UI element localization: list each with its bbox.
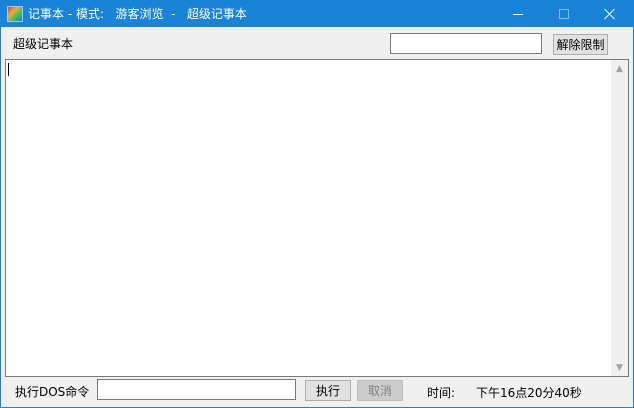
- time-label: 时间:: [427, 386, 456, 400]
- close-icon: [604, 8, 616, 20]
- app-window: 记事本 - 模式: 游客浏览 - 超级记事本 超级记事本 解除限制 ▲ ▼ 执行…: [0, 0, 634, 408]
- dos-command-label: 执行DOS命令: [15, 385, 90, 399]
- time-value: 下午16点20分40秒: [476, 386, 582, 400]
- editor-content[interactable]: [10, 62, 606, 362]
- minimize-button[interactable]: [495, 1, 541, 27]
- title-bar[interactable]: 记事本 - 模式: 游客浏览 - 超级记事本: [1, 1, 633, 27]
- maximize-icon: [559, 9, 569, 19]
- close-button[interactable]: [587, 1, 633, 27]
- window-title: 记事本 - 模式: 游客浏览 - 超级记事本: [28, 7, 247, 21]
- execute-button[interactable]: 执行: [305, 380, 351, 401]
- password-input[interactable]: [390, 33, 542, 54]
- unlock-button[interactable]: 解除限制: [553, 34, 608, 55]
- minimize-icon: [513, 13, 523, 15]
- text-editor[interactable]: ▲ ▼: [5, 59, 629, 377]
- maximize-button[interactable]: [541, 1, 587, 27]
- scroll-down-arrow-icon[interactable]: ▼: [611, 359, 628, 376]
- text-caret: [8, 63, 9, 76]
- notepad-app-icon[interactable]: [7, 6, 23, 22]
- vertical-scrollbar[interactable]: ▲ ▼: [611, 60, 628, 376]
- toolbar-title: 超级记事本: [13, 37, 74, 51]
- cancel-button: 取消: [357, 380, 403, 401]
- dos-command-input[interactable]: [97, 379, 296, 400]
- scroll-up-arrow-icon[interactable]: ▲: [611, 60, 628, 77]
